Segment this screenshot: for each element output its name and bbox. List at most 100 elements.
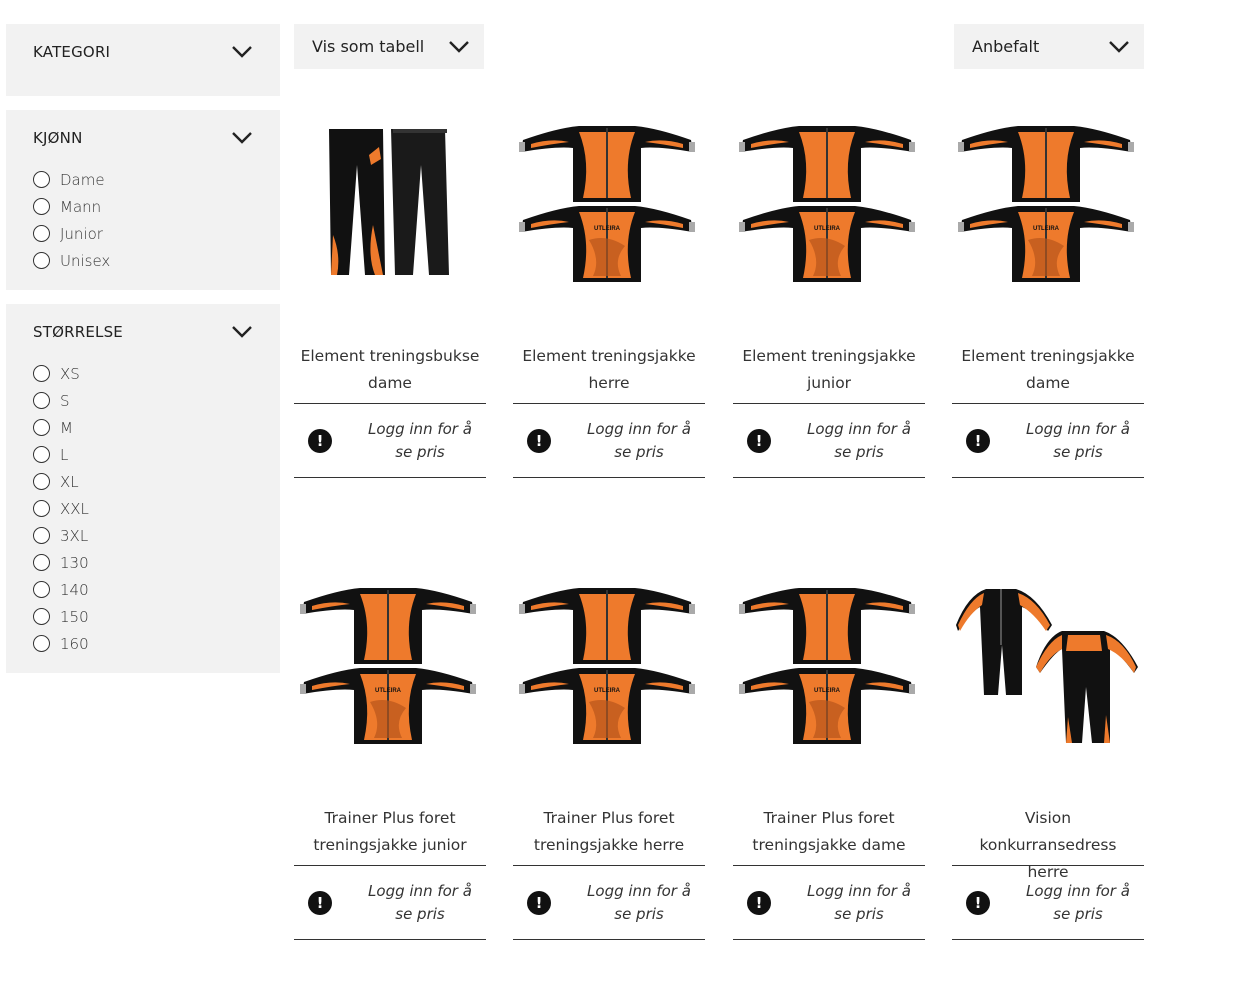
print-text: UTLEIRA [814, 688, 841, 694]
radio-button[interactable] [33, 252, 50, 269]
filter-option-storrelse-160[interactable]: 160 [33, 630, 253, 657]
radio-button[interactable] [33, 392, 50, 409]
filter-storrelse-title: STØRRELSE [33, 323, 123, 341]
filter-option-storrelse-150[interactable]: 150 [33, 603, 253, 630]
radio-button[interactable] [33, 446, 50, 463]
filter-kjonn-toggle[interactable]: KJØNN [33, 126, 253, 150]
product-image[interactable]: UTLEIRA [294, 562, 486, 772]
exclamation-icon: ! [747, 428, 771, 453]
product-card[interactable]: UTLEIRA Element treningsjakke junior ! L… [733, 100, 925, 478]
login-for-price-link[interactable]: ! Logg inn for å se pris [733, 404, 925, 478]
radio-button[interactable] [33, 527, 50, 544]
filter-kategori-toggle[interactable]: KATEGORI [33, 40, 253, 64]
filter-option-storrelse-s[interactable]: S [33, 387, 253, 414]
product-name[interactable]: Element treningsbukse dame [294, 343, 486, 403]
exclamation-icon: ! [308, 890, 332, 915]
jacket-image: UTLEIRA [739, 588, 915, 744]
login-for-price-link[interactable]: ! Logg inn for å se pris [952, 404, 1144, 478]
print-text: UTLEIRA [594, 226, 621, 232]
product-name[interactable]: Element treningsjakke herre [513, 343, 705, 403]
product-card[interactable]: UTLEIRA Trainer Plus foret treningsjakke… [513, 562, 705, 940]
view-mode-label: Vis som tabell [312, 37, 425, 56]
filter-option-storrelse-m[interactable]: M [33, 414, 253, 441]
login-for-price-link[interactable]: ! Logg inn for å se pris [733, 866, 925, 940]
price-login-text: Logg inn for å se pris [807, 419, 911, 461]
radio-button[interactable] [33, 419, 50, 436]
jacket-image: UTLEIRA [519, 588, 695, 744]
filter-option-storrelse-3xl[interactable]: 3XL [33, 522, 253, 549]
radio-button[interactable] [33, 473, 50, 490]
filter-option-storrelse-l[interactable]: L [33, 441, 253, 468]
filter-kategori: KATEGORI [6, 24, 280, 96]
filter-option-kjonn-unisex[interactable]: Unisex [33, 247, 253, 274]
product-image[interactable] [952, 562, 1144, 772]
product-name[interactable]: Vision konkurransedress herre [952, 805, 1144, 881]
filter-storrelse-options: XS S M L XL XXL 3XL 130 140 150 160 [33, 360, 253, 657]
exclamation-icon: ! [527, 890, 551, 915]
filter-option-label: XXL [60, 499, 89, 518]
product-card[interactable]: UTLEIRA Trainer Plus foret treningsjakke… [294, 562, 486, 940]
filter-option-storrelse-xxl[interactable]: XXL [33, 495, 253, 522]
filter-storrelse: STØRRELSE XS S M L XL XXL 3XL 130 140 150 160 [6, 304, 280, 673]
filter-option-label: XL [60, 472, 79, 491]
view-mode-select[interactable]: Vis som tabell [294, 24, 484, 69]
chevron-down-icon [232, 132, 252, 144]
product-image[interactable]: UTLEIRA [952, 100, 1144, 310]
chevron-down-icon [449, 40, 469, 53]
filter-option-storrelse-140[interactable]: 140 [33, 576, 253, 603]
filter-option-kjonn-junior[interactable]: Junior [33, 220, 253, 247]
radio-button[interactable] [33, 198, 50, 215]
radio-button[interactable] [33, 608, 50, 625]
sort-select[interactable]: Anbefalt [954, 24, 1144, 69]
print-text: UTLEIRA [1033, 226, 1060, 232]
exclamation-icon: ! [527, 428, 551, 453]
pants-image [329, 129, 449, 275]
filter-sidebar: KATEGORI KJØNN Dame Mann Junior Unisex STØR… [6, 24, 280, 687]
filter-storrelse-toggle[interactable]: STØRRELSE [33, 320, 253, 344]
product-image[interactable]: UTLEIRA [513, 100, 705, 310]
radio-button[interactable] [33, 500, 50, 517]
chevron-down-icon [1109, 40, 1129, 53]
radio-button[interactable] [33, 581, 50, 598]
login-for-price-link[interactable]: ! Logg inn for å se pris [294, 404, 486, 478]
product-image[interactable]: UTLEIRA [733, 562, 925, 772]
filter-option-label: Unisex [60, 251, 111, 270]
product-card[interactable]: UTLEIRA Element treningsjakke dame ! Log… [952, 100, 1144, 478]
filter-option-kjonn-mann[interactable]: Mann [33, 193, 253, 220]
filter-option-storrelse-130[interactable]: 130 [33, 549, 253, 576]
radio-button[interactable] [33, 635, 50, 652]
product-image[interactable] [294, 100, 486, 310]
product-name[interactable]: Trainer Plus foret treningsjakke herre [513, 805, 705, 865]
exclamation-icon: ! [747, 890, 771, 915]
product-card[interactable]: Element treningsbukse dame ! Logg inn fo… [294, 100, 486, 478]
product-name[interactable]: Element treningsjakke junior [733, 343, 925, 403]
exclamation-icon: ! [966, 890, 990, 915]
price-login-text: Logg inn for å se pris [368, 419, 472, 461]
radio-button[interactable] [33, 554, 50, 571]
exclamation-icon: ! [966, 428, 990, 453]
login-for-price-link[interactable]: ! Logg inn for å se pris [513, 866, 705, 940]
product-name[interactable]: Element treningsjakke dame [952, 343, 1144, 403]
product-image[interactable]: UTLEIRA [733, 100, 925, 310]
radio-button[interactable] [33, 365, 50, 382]
filter-kjonn-title: KJØNN [33, 129, 83, 147]
login-for-price-link[interactable]: ! Logg inn for å se pris [294, 866, 486, 940]
product-name[interactable]: Trainer Plus foret treningsjakke junior [294, 805, 486, 865]
product-card[interactable]: UTLEIRA Element treningsjakke herre ! Lo… [513, 100, 705, 478]
filter-kjonn: KJØNN Dame Mann Junior Unisex [6, 110, 280, 290]
login-for-price-link[interactable]: ! Logg inn for å se pris [513, 404, 705, 478]
filter-option-label: Dame [60, 170, 105, 189]
product-card[interactable]: UTLEIRA Trainer Plus foret treningsjakke… [733, 562, 925, 940]
price-login-text: Logg inn for å se pris [368, 881, 472, 923]
filter-option-label: L [60, 445, 69, 464]
filter-option-storrelse-xl[interactable]: XL [33, 468, 253, 495]
filter-option-kjonn-dame[interactable]: Dame [33, 166, 253, 193]
product-name[interactable]: Trainer Plus foret treningsjakke dame [733, 805, 925, 865]
print-text: UTLEIRA [814, 226, 841, 232]
product-card[interactable]: Vision konkurransedress herre ! Logg inn… [952, 562, 1144, 940]
exclamation-icon: ! [308, 428, 332, 453]
filter-option-storrelse-xs[interactable]: XS [33, 360, 253, 387]
product-image[interactable]: UTLEIRA [513, 562, 705, 772]
radio-button[interactable] [33, 225, 50, 242]
radio-button[interactable] [33, 171, 50, 188]
